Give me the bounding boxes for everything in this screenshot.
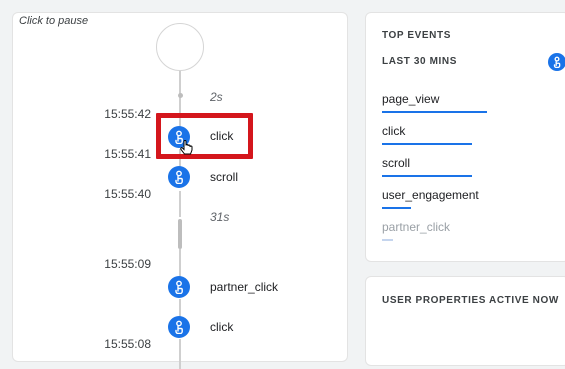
event-label[interactable]: click	[210, 320, 233, 334]
timestamp: 15:55:09	[104, 257, 151, 271]
timeline-line	[179, 191, 181, 217]
top-event-bar	[382, 143, 472, 145]
timestamp: 15:55:08	[104, 337, 151, 351]
highlight-box	[156, 113, 253, 159]
top-event-bar	[382, 207, 411, 209]
timeline-dot	[177, 93, 183, 98]
gap-label: 31s	[210, 210, 230, 224]
timeline-line	[179, 249, 181, 277]
timeline-gap-bar	[178, 219, 182, 249]
top-events-title: TOP EVENTS	[382, 30, 451, 41]
user-properties-title: USER PROPERTIES ACTIVE NOW	[382, 295, 559, 306]
top-events-card: TOP EVENTS LAST 30 MINS page_view click …	[365, 12, 565, 262]
hand-cursor-icon	[180, 140, 194, 161]
top-event-item[interactable]: scroll	[382, 156, 410, 170]
user-properties-card: USER PROPERTIES ACTIVE NOW	[365, 276, 565, 366]
user-touch-icon[interactable]	[168, 276, 190, 298]
top-event-bar	[382, 111, 487, 113]
event-stream-card[interactable]: Click to pause 2s 31s 15:55:42 15:55:41 …	[12, 12, 348, 369]
top-events-subtitle: LAST 30 MINS	[382, 56, 457, 67]
gap-label: 2s	[210, 90, 223, 104]
user-touch-icon[interactable]	[168, 316, 190, 338]
user-icon[interactable]	[548, 53, 565, 71]
top-event-bar	[382, 175, 472, 177]
timestamp: 15:55:42	[104, 107, 151, 121]
timestamp: 15:55:40	[104, 187, 151, 201]
top-event-item[interactable]: partner_click	[382, 220, 450, 234]
timeline-line	[179, 299, 181, 317]
event-label[interactable]: scroll	[210, 170, 238, 184]
top-event-item[interactable]: user_engagement	[382, 188, 479, 202]
top-event-item[interactable]: click	[382, 124, 405, 138]
user-touch-icon[interactable]	[168, 166, 190, 188]
timeline-line	[179, 339, 181, 369]
timestamp: 15:55:41	[104, 147, 151, 161]
event-label[interactable]: partner_click	[210, 280, 278, 294]
top-event-item[interactable]: page_view	[382, 92, 439, 106]
stream-top-circle	[156, 23, 204, 71]
top-event-bar	[382, 239, 393, 241]
pause-hint[interactable]: Click to pause	[19, 15, 88, 27]
